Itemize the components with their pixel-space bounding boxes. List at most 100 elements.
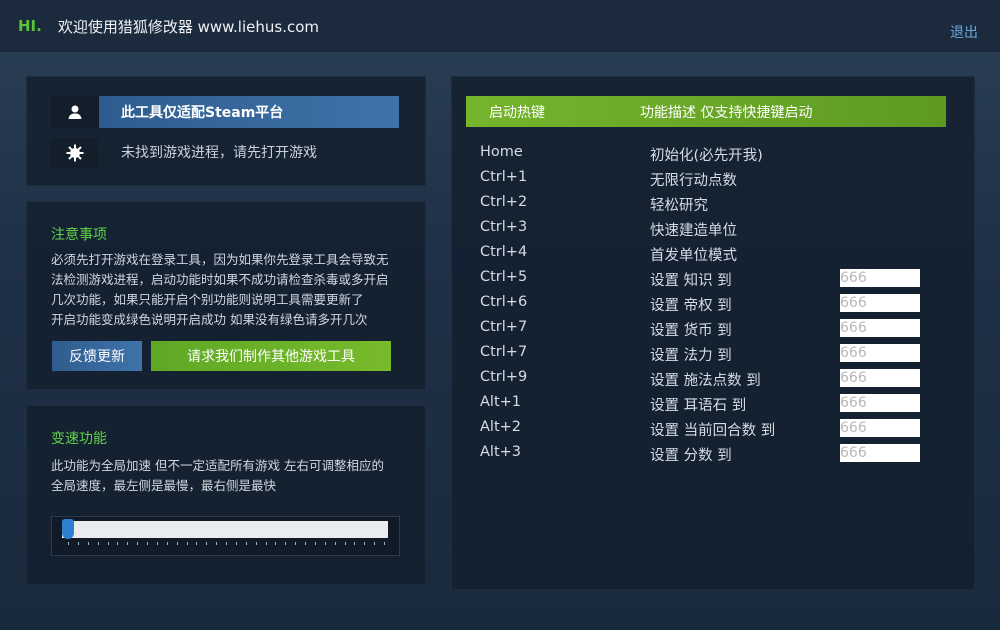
hotkey-label: Ctrl+4	[480, 244, 528, 260]
value-input[interactable]	[840, 294, 920, 312]
value-input[interactable]	[840, 394, 920, 412]
table-row: Ctrl+6 设置 帝权 到	[480, 294, 950, 319]
slider-tick	[206, 542, 208, 545]
function-description: 设置 当前回合数 到	[650, 423, 776, 439]
hotkey-panel: 启动热键 功能描述 仅支持快捷键启动 Home 初始化(必先开我) Ctrl+1 无限…	[451, 76, 975, 590]
hotkey-label: Alt+2	[480, 419, 522, 435]
slider-tick	[334, 542, 336, 545]
hotkey-label: Ctrl+1	[480, 169, 528, 185]
slider-tick	[117, 542, 119, 545]
hotkey-label: Ctrl+9	[480, 369, 528, 385]
slider-tick	[107, 542, 109, 545]
speed-line: 全局速度，最左侧是最慢，最右侧是最快	[51, 478, 277, 493]
hotkey-label: Home	[480, 144, 523, 160]
speed-title: 变速功能	[51, 431, 107, 447]
table-row: Alt+2 设置 当前回合数 到	[480, 419, 950, 444]
slider-tick	[354, 542, 356, 545]
slider-tick	[324, 542, 326, 545]
function-description: 设置 法力 到	[650, 348, 732, 364]
request-tool-button[interactable]: 请求我们制作其他游戏工具	[151, 341, 391, 371]
table-row: Alt+3 设置 分数 到	[480, 444, 950, 469]
table-row: Ctrl+3 快速建造单位	[480, 219, 950, 244]
function-description: 无限行动点数	[650, 173, 737, 189]
hotkey-label: Ctrl+3	[480, 219, 528, 235]
speed-text: 此功能为全局加速 但不一定适配所有游戏 左右可调整相应的 全局速度，最左侧是最慢…	[51, 456, 421, 496]
function-description: 首发单位模式	[650, 248, 737, 264]
table-row: Ctrl+5 设置 知识 到	[480, 269, 950, 294]
slider-tick	[285, 542, 287, 545]
hotkey-label: Ctrl+2	[480, 194, 528, 210]
table-row: Ctrl+4 首发单位模式	[480, 244, 950, 269]
slider-tick	[186, 542, 188, 545]
hotkey-table-header: 启动热键 功能描述 仅支持快捷键启动	[466, 96, 946, 127]
notes-line: 几次功能，如果只能开启个别功能则说明工具需要更新了	[51, 292, 364, 307]
slider-tick	[295, 542, 297, 545]
value-input[interactable]	[840, 419, 920, 437]
header-hotkey: 启动热键	[489, 105, 545, 121]
value-input[interactable]	[840, 444, 920, 462]
feedback-button[interactable]: 反馈更新	[52, 341, 142, 371]
slider-tick	[176, 542, 178, 545]
value-input[interactable]	[840, 269, 920, 287]
value-input[interactable]	[840, 344, 920, 362]
slider-tick	[147, 542, 148, 545]
gear-icon	[51, 138, 99, 168]
notes-title: 注意事项	[51, 227, 107, 243]
table-row: Ctrl+2 轻松研究	[480, 194, 950, 219]
platform-label: 此工具仅适配Steam平台	[99, 96, 399, 128]
notes-text: 必须先打开游戏在登录工具，因为如果你先登录工具会导致无 法检测游戏进程，启动功能…	[51, 250, 411, 330]
function-description: 设置 施法点数 到	[650, 373, 761, 389]
speed-panel: 变速功能 此功能为全局加速 但不一定适配所有游戏 左右可调整相应的 全局速度，最…	[26, 405, 426, 585]
slider-ticks	[68, 542, 385, 548]
header-description: 功能描述 仅支持快捷键启动	[640, 105, 813, 121]
function-description: 轻松研究	[650, 198, 708, 214]
slider-tick	[77, 542, 79, 545]
slider-tick	[265, 542, 267, 545]
slider-tick	[87, 542, 89, 545]
slider-track[interactable]	[62, 521, 388, 538]
slider-tick	[216, 542, 218, 545]
speed-slider[interactable]	[51, 516, 400, 556]
slider-tick	[275, 542, 277, 545]
slider-tick	[137, 542, 139, 545]
slider-tick	[127, 542, 129, 545]
notes-panel: 注意事项 必须先打开游戏在登录工具，因为如果你先登录工具会导致无 法检测游戏进程…	[26, 201, 426, 390]
slider-tick	[97, 542, 99, 545]
value-input[interactable]	[840, 369, 920, 387]
hotkey-label: Ctrl+5	[480, 269, 528, 285]
welcome-title: 欢迎使用猎狐修改器 www.liehus.com	[57, 17, 320, 36]
slider-tick	[68, 542, 69, 545]
slider-tick	[255, 542, 257, 545]
slider-tick	[364, 542, 366, 545]
table-row: Home 初始化(必先开我)	[480, 144, 950, 169]
slider-tick	[305, 542, 306, 545]
user-icon	[51, 96, 99, 128]
function-description: 设置 帝权 到	[650, 298, 732, 314]
status-panel: 此工具仅适配Steam平台 未找到游戏进程，请先打开游戏	[26, 76, 426, 186]
speed-line: 此功能为全局加速 但不一定适配所有游戏 左右可调整相应的	[51, 458, 384, 473]
table-row: Alt+1 设置 耳语石 到	[480, 394, 950, 419]
hotkey-label: Ctrl+6	[480, 294, 528, 310]
hi-label: HI.	[18, 17, 42, 35]
slider-tick	[196, 542, 198, 545]
function-description: 设置 分数 到	[650, 448, 732, 464]
slider-tick	[314, 542, 316, 545]
slider-tick	[384, 542, 385, 545]
title-bar: HI. 欢迎使用猎狐修改器 www.liehus.com 退出	[0, 0, 1000, 52]
slider-tick	[226, 542, 227, 545]
slider-tick	[156, 542, 158, 545]
slider-tick	[344, 542, 346, 545]
notes-line: 必须先打开游戏在登录工具，因为如果你先登录工具会导致无	[51, 252, 389, 267]
value-input[interactable]	[840, 319, 920, 337]
hotkey-label: Alt+1	[480, 394, 522, 410]
logout-link[interactable]: 退出	[950, 22, 978, 42]
slider-tick	[245, 542, 247, 545]
table-row: Ctrl+1 无限行动点数	[480, 169, 950, 194]
slider-tick	[374, 542, 376, 545]
slider-tick	[235, 542, 237, 545]
notes-line: 开启功能变成绿色说明开启成功 如果没有绿色请多开几次	[51, 312, 368, 327]
hotkey-label: Alt+3	[480, 444, 522, 460]
process-status: 未找到游戏进程，请先打开游戏	[121, 145, 317, 161]
table-row: Ctrl+7 设置 法力 到	[480, 344, 950, 369]
slider-thumb[interactable]	[62, 519, 74, 539]
